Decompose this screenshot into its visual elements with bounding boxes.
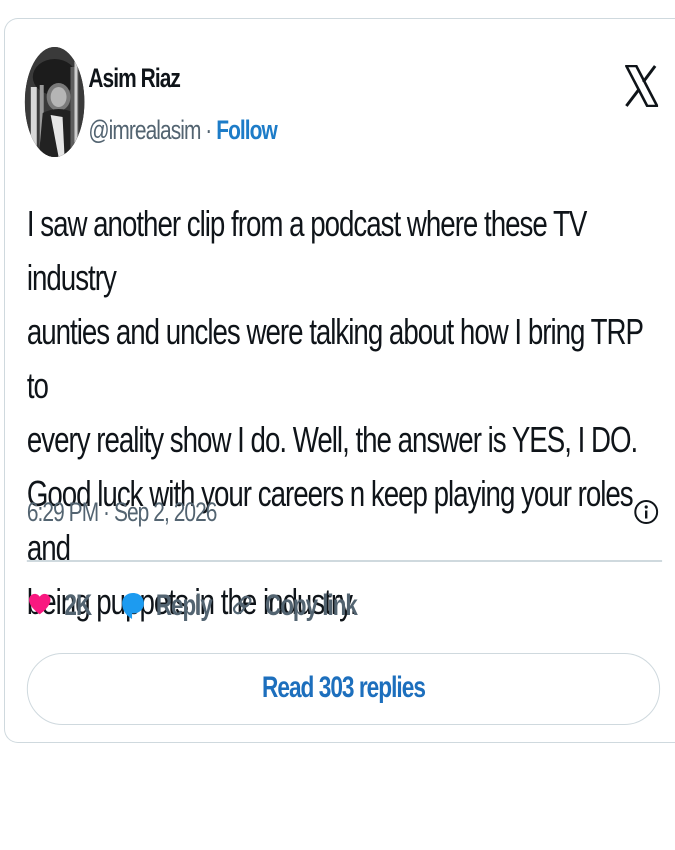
divider bbox=[26, 560, 663, 562]
copy-link-button[interactable]: Copy link bbox=[229, 589, 358, 629]
copy-link-label: Copy link bbox=[265, 589, 358, 622]
author-handle[interactable]: @imrealasim bbox=[88, 115, 201, 145]
author-name[interactable]: Asim Riaz bbox=[88, 63, 180, 94]
read-replies-button[interactable]: Read 303 replies bbox=[26, 653, 661, 725]
x-logo-icon[interactable] bbox=[624, 64, 659, 108]
speech-bubble-icon bbox=[122, 593, 144, 619]
heart-icon bbox=[28, 593, 51, 615]
reply-label: Reply bbox=[155, 589, 213, 622]
tweet-timestamp[interactable]: 6:29 PM · Sep 2, 2026 bbox=[27, 497, 218, 528]
tweet-text: I saw another clip from a podcast where … bbox=[26, 203, 644, 622]
reply-button[interactable]: Reply bbox=[120, 589, 219, 629]
info-icon[interactable] bbox=[633, 499, 659, 525]
tweet-card: Asim Riaz @imrealasim · Follow I saw ano… bbox=[4, 18, 675, 743]
like-count: 2K bbox=[64, 589, 93, 622]
link-icon bbox=[232, 595, 252, 615]
like-button[interactable]: 2K bbox=[27, 589, 106, 629]
handle-separator: · bbox=[200, 115, 217, 145]
author-handle-row: @imrealasim · Follow bbox=[88, 115, 278, 146]
follow-link[interactable]: Follow bbox=[216, 115, 278, 145]
read-replies-label: Read 303 replies bbox=[261, 671, 426, 704]
avatar[interactable] bbox=[24, 47, 85, 157]
